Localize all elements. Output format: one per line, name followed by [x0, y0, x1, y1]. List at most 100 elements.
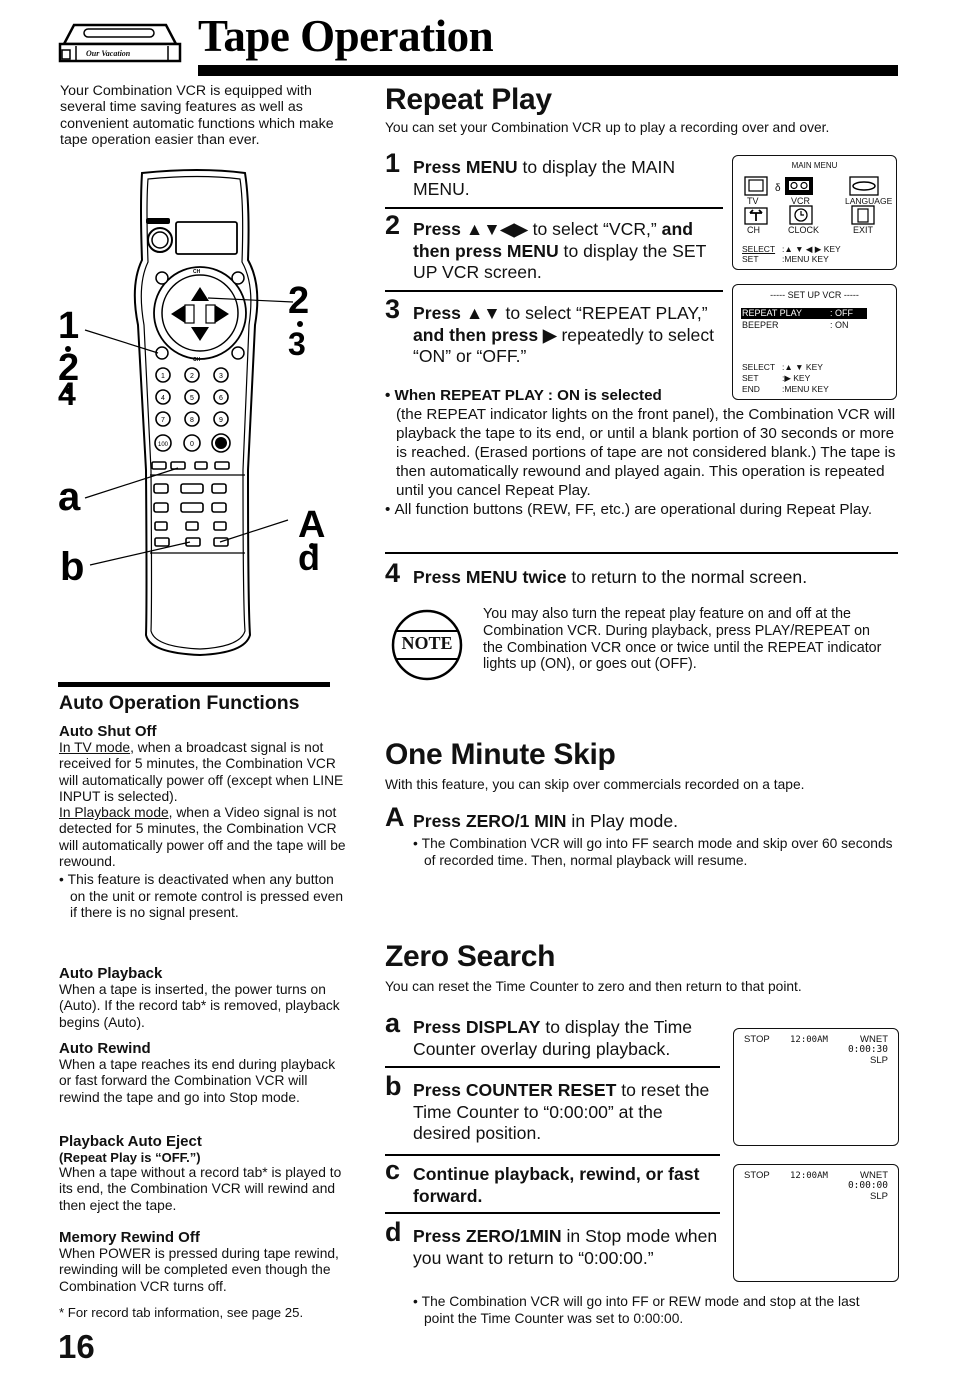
osd-mode: STOP [744, 1170, 770, 1181]
auto-rewind-heading: Auto Rewind [59, 1040, 151, 1057]
menu-item-clock: CLOCK [788, 225, 820, 235]
step-divider [385, 290, 723, 292]
bullet-text: The Combination VCR will go into FF sear… [421, 836, 893, 868]
zero-search-step-b: b Press COUNTER RESET to reset the Time … [385, 1073, 720, 1145]
svg-text:8: 8 [190, 417, 194, 424]
step-number: 3 [385, 294, 401, 324]
repeat-play-on-details: • When REPEAT PLAY : ON is selected (the… [385, 386, 905, 519]
step-divider [385, 1154, 720, 1156]
page-number: 16 [58, 1328, 95, 1365]
step-divider [385, 1066, 720, 1068]
step-number: 4 [385, 558, 401, 588]
note-text: You may also turn the repeat play featur… [483, 606, 882, 673]
auto-shut-off-bullet: This feature is deactivated when any but… [67, 872, 344, 920]
step-divider [385, 1212, 720, 1214]
menu-item-language: LANGUAGE [845, 196, 893, 206]
svg-text:6: 6 [219, 395, 223, 402]
svg-text:CH: CH [193, 269, 201, 275]
zero-search-step-a: a Press DISPLAY to display the Time Coun… [385, 1010, 720, 1060]
step-letter: A [385, 802, 405, 832]
main-menu-title: MAIN MENU [791, 161, 838, 170]
callout-letter-d: d [298, 537, 320, 578]
repeat-step-1: 1 Press MENU to display the MAIN MENU. [385, 150, 715, 200]
section-rule [58, 682, 330, 687]
repeat-step-3: 3 Press ▲▼ to select “REPEAT PLAY,” and … [385, 296, 715, 368]
osd-tape-speed: SLP [870, 1055, 888, 1066]
step-letter: c [385, 1155, 401, 1185]
step-text: to select “REPEAT PLAY,” [500, 303, 708, 323]
svg-text:CH: CH [193, 357, 201, 363]
osd-clock: 12:00AM [790, 1035, 828, 1045]
repeat-play-subtitle: You can set your Combination VCR up to p… [385, 120, 830, 135]
repeat-play-title: Repeat Play [385, 83, 552, 116]
osd-counter: 0:00:30 [847, 1044, 888, 1055]
setup-row-value: : OFF [830, 308, 853, 318]
step-letter: d [385, 1217, 402, 1247]
footer-value: :MENU KEY [782, 253, 829, 264]
svg-text:δ: δ [775, 183, 781, 194]
repeat-step-4: 4 Press MENU twice to return to the norm… [385, 560, 905, 589]
title-rule [198, 65, 898, 76]
menu-item-ch: CH [747, 225, 760, 235]
osd-counter: 0:00:00 [847, 1180, 888, 1191]
footer-label: SELECT [742, 362, 776, 372]
memory-rewind-off-section: Memory Rewind Off When POWER is pressed … [59, 1229, 349, 1295]
menu-item-vcr: VCR [791, 196, 811, 206]
footer-value: :▶ KEY [782, 373, 811, 383]
step-bold-text: Continue playback, rewind, or fast forwa… [413, 1164, 700, 1206]
svg-text:2: 2 [190, 373, 194, 380]
memory-rewind-off-heading: Memory Rewind Off [59, 1229, 200, 1246]
time-counter-screen-2: STOP 12:00AM WNET 0:00:00 SLP [733, 1164, 899, 1282]
step-bold-text: Press COUNTER RESET [413, 1080, 617, 1100]
bullet-text: The Combination VCR will go into FF or R… [421, 1294, 860, 1326]
step-text: in Play mode. [566, 811, 678, 831]
step-number: 2 [385, 210, 401, 240]
step-divider [385, 552, 898, 554]
svg-text:0: 0 [190, 441, 194, 448]
auto-playback-heading: Auto Playback [59, 965, 163, 982]
memory-rewind-off-text: When POWER is pressed during tape rewind… [59, 1246, 339, 1294]
setup-row-label: BEEPER [742, 320, 779, 330]
repeat-on-heading: When REPEAT PLAY : ON is selected [394, 387, 662, 404]
playback-auto-eject-section: Playback Auto Eject (Repeat Play is “OFF… [59, 1133, 349, 1214]
remote-display-window [175, 221, 238, 255]
auto-operation-title: Auto Operation Functions [59, 692, 300, 714]
osd-tape-speed: SLP [870, 1191, 888, 1202]
setup-row-value: : ON [830, 320, 849, 330]
one-minute-skip-subtitle: With this feature, you can skip over com… [385, 777, 805, 792]
step-bold-text: Press MENU [413, 157, 518, 177]
playback-auto-eject-text: When a tape without a record tab* is pla… [59, 1165, 342, 1213]
svg-text:9: 9 [219, 417, 223, 424]
callout-step-1: 1 [58, 305, 79, 347]
page-title: Tape Operation [198, 11, 494, 61]
step-bold-text: Press MENU twice [413, 567, 567, 587]
svg-text:100: 100 [158, 442, 169, 448]
step-letter: a [385, 1008, 401, 1038]
time-counter-screen-1: STOP 12:00AM WNET 0:00:30 SLP [733, 1028, 899, 1146]
setup-row-repeat-play: REPEAT PLAY : OFF [741, 308, 867, 319]
menu-item-exit: EXIT [853, 225, 874, 235]
svg-text:3: 3 [219, 373, 223, 380]
zero-search-step-c: c Continue playback, rewind, or fast for… [385, 1157, 720, 1207]
step-divider [385, 207, 723, 209]
step-bold-text-2: and then press ▶ [413, 324, 557, 345]
step-letter: b [385, 1071, 402, 1101]
step-number: 1 [385, 148, 401, 178]
setup-row-label: REPEAT PLAY [742, 308, 803, 318]
repeat-bullet-2: All function buttons (REW, FF, etc.) are… [394, 501, 873, 518]
one-minute-skip-title: One Minute Skip [385, 738, 616, 771]
zero-search-subtitle: You can reset the Time Counter to zero a… [385, 979, 802, 994]
step-bold-text: Press ZERO/1MIN [413, 1226, 562, 1246]
playback-auto-eject-heading: Playback Auto Eject [59, 1133, 202, 1150]
footer-value: :▲ ▼ ◀ ▶ KEY [782, 244, 841, 254]
note-label: NOTE [401, 633, 453, 653]
callout-letter-b: b [60, 545, 84, 589]
zero-search-title: Zero Search [385, 940, 556, 973]
step-bold-text: Press ZERO/1 MIN [413, 811, 567, 831]
setup-vcr-title: ----- SET UP VCR ----- [770, 290, 859, 300]
auto-playback-text: When a tape is inserted, the power turns… [59, 982, 340, 1030]
auto-shut-off-section: Auto Shut Off In TV mode, when a broadca… [59, 723, 349, 921]
svg-text:5: 5 [190, 395, 194, 402]
repeat-on-text: (the REPEAT indicator lights on the fron… [396, 406, 896, 499]
auto-playback-section: Auto Playback When a tape is inserted, t… [59, 965, 349, 1031]
